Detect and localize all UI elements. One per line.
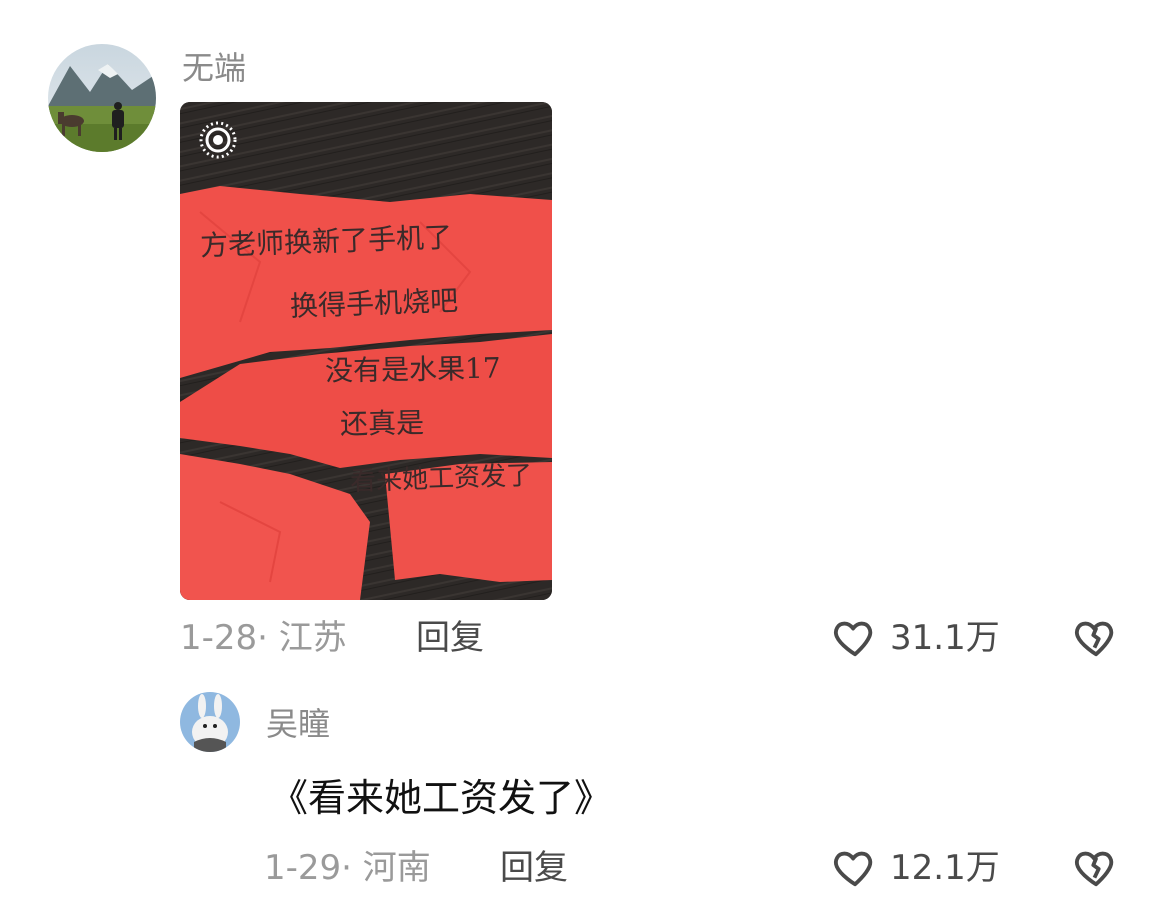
like-count: 12.1万 <box>890 848 1000 888</box>
reply-button[interactable]: 回复 <box>416 616 484 660</box>
handwritten-line: 还真是 <box>339 406 425 441</box>
handwritten-line: 换得手机烧吧 <box>289 284 459 323</box>
handwritten-line: 方老师换新了手机了 <box>199 220 453 263</box>
heart-outline-icon[interactable] <box>832 614 878 660</box>
comment-item: 无端 方老师换新了手机了 换得手机烧吧 没有是水果17 还真是 看来她工资发了 … <box>0 0 1170 670</box>
date-location: 1-28· 江苏 <box>180 618 347 658</box>
avatar[interactable] <box>48 44 156 152</box>
avatar[interactable] <box>180 692 240 752</box>
handwritten-note: 方老师换新了手机了 换得手机烧吧 没有是水果17 还真是 看来她工资发了 <box>180 102 552 600</box>
username[interactable]: 无端 <box>182 48 246 88</box>
handwritten-line: 看来她工资发了 <box>349 460 533 498</box>
username[interactable]: 吴瞳 <box>266 704 330 744</box>
reply-button[interactable]: 回复 <box>500 846 568 890</box>
handwritten-line: 没有是水果17 <box>324 351 501 388</box>
heart-outline-icon[interactable] <box>832 844 878 890</box>
reply-comment-item: 吴瞳 《看来她工资发了》 1-29· 河南 回复 12.1万 <box>0 680 1170 907</box>
live-photo-icon[interactable] <box>198 120 238 160</box>
broken-heart-icon[interactable] <box>1072 844 1120 890</box>
broken-heart-icon[interactable] <box>1072 614 1120 660</box>
date-location: 1-29· 河南 <box>264 848 431 888</box>
like-count: 31.1万 <box>890 618 1000 658</box>
comment-text: 《看来她工资发了》 <box>270 776 613 820</box>
